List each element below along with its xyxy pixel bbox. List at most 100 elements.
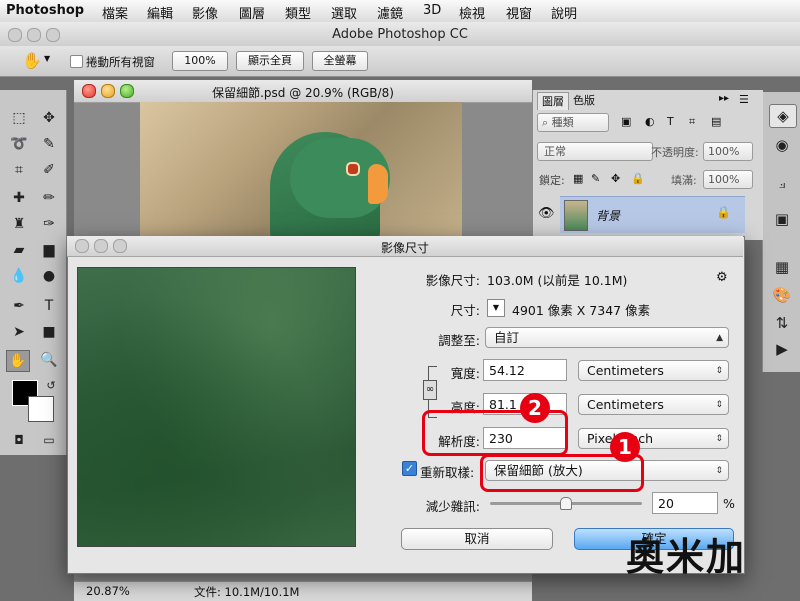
constrain-proportions-link-icon[interactable]: ∞ [423,380,437,400]
swatches-panel-icon[interactable]: ▦ [769,256,795,278]
menu-image[interactable]: 影像 [192,3,218,22]
resample-checkbox[interactable]: ✓ [402,461,417,476]
channels-panel-icon[interactable]: ◉ [769,134,795,156]
image-size-label: 影像尺寸: [425,273,480,288]
quick-select-tool-icon[interactable]: ✎ [38,134,60,154]
properties-panel-icon[interactable]: ▣ [769,208,795,230]
lock-all-icon[interactable]: 🔒 [631,172,645,185]
fill-field[interactable]: 100% [703,170,753,189]
menu-window[interactable]: 視窗 [506,3,532,22]
document-status-bar: 20.87% 文件: 10.1M/10.1M [74,581,532,601]
menu-edit[interactable]: 編輯 [147,3,173,22]
rectangle-tool-icon[interactable]: ■ [38,322,60,342]
app-menu[interactable]: Photoshop [6,3,84,18]
fill-label: 填滿: [671,174,697,187]
palette-panel-icon[interactable]: 🎨 [769,284,795,306]
zoom-level[interactable]: 20.87% [86,584,130,598]
annotation-number-two: 2 [520,393,550,423]
fit-screen-button[interactable]: 顯示全頁 [236,51,304,71]
path-select-tool-icon[interactable]: ➤ [8,322,30,342]
healing-brush-icon[interactable]: ✚ [8,188,30,208]
layer-kind-filter[interactable]: ⌕ 種類 [537,113,609,132]
history-panel-icon[interactable]: ⇅ [769,312,795,334]
panel-menu-icon[interactable]: ☰ [739,93,749,106]
gradient-tool-icon[interactable]: ▆ [38,240,60,260]
zoom-100-button[interactable]: 100% [172,51,228,71]
tab-layers[interactable]: 圖層 [537,92,569,110]
opacity-field[interactable]: 100% [703,142,753,161]
fill-value: 100% [708,173,740,186]
zoom-tool-icon[interactable]: 🔍 [38,350,60,370]
blur-tool-icon[interactable]: 💧 [8,266,30,286]
filter-image-icon[interactable]: ▣ [621,115,631,128]
menu-select[interactable]: 選取 [331,3,357,22]
pen-tool-icon[interactable]: ✒ [8,296,30,316]
select-arrows-icon: ⇕ [715,434,723,444]
visibility-eye-icon[interactable]: 👁 [538,206,555,221]
height-unit-select[interactable]: Centimeters ⇕ [578,394,729,415]
lasso-tool-icon[interactable]: ➰ [8,134,30,154]
dodge-tool-icon[interactable]: ● [38,266,60,286]
lock-brush-icon[interactable]: ✎ [591,172,600,185]
cancel-button[interactable]: 取消 [401,528,553,550]
menu-view[interactable]: 檢視 [459,3,485,22]
layer-row-background[interactable]: 背景 🔒 [560,196,745,233]
panel-collapse-icon[interactable]: ▸▸ [719,93,729,104]
scroll-all-checkbox[interactable] [70,55,83,68]
chevron-down-icon[interactable]: ▼ [44,54,50,63]
hand-tool-icon[interactable]: ✋ [22,51,42,70]
crop-tool-icon[interactable]: ⌗ [8,160,30,180]
quick-mask-icon[interactable]: ◘ [8,430,30,450]
background-color-swatch[interactable] [28,396,54,422]
tab-swatches[interactable]: 色版 [569,92,599,109]
hand-tool-icon[interactable]: ✋ [6,350,30,372]
move-tool-icon[interactable]: ✥ [38,108,60,128]
watermark-logo: 奧米加 [626,535,747,579]
image-preview[interactable] [77,267,356,547]
filter-adjust-icon[interactable]: ◐ [645,115,655,128]
menu-type[interactable]: 類型 [285,3,311,22]
scroll-all-label: 捲動所有視窗 [86,55,155,69]
fit-to-select[interactable]: 自訂 ▲ [485,327,729,348]
filter-type-icon[interactable]: T [667,115,674,128]
actions-panel-icon[interactable]: ▶ [769,338,795,360]
document-canvas[interactable] [140,102,462,242]
history-brush-icon[interactable]: ✑ [38,214,60,234]
lock-position-icon[interactable]: ✥ [611,172,620,185]
paths-panel-icon[interactable]: ⟓ [769,172,795,194]
dimensions-unit-dropdown[interactable]: ▼ [487,299,505,317]
eyedropper-tool-icon[interactable]: ✐ [38,160,60,180]
swap-colors-icon[interactable]: ↺ [40,376,62,396]
menu-filter[interactable]: 濾鏡 [377,3,403,22]
layer-thumbnail [564,200,588,231]
reduce-noise-slider-thumb[interactable] [560,497,572,510]
filter-smart-icon[interactable]: ▤ [711,115,721,128]
resolution-unit-select[interactable]: Pixels/Inch⇕ [578,428,729,449]
menu-layer[interactable]: 圖層 [239,3,265,22]
width-input[interactable]: 54.12 [483,359,567,381]
menu-bar: Photoshop 檔案 編輯 影像 圖層 類型 選取 濾鏡 3D 檢視 視窗 … [0,0,800,23]
filter-shape-icon[interactable]: ⌗ [689,115,695,129]
dialog-title: 影像尺寸 [380,241,429,255]
width-unit-select[interactable]: Centimeters ⇕ [578,360,729,381]
eraser-tool-icon[interactable]: ▰ [8,240,30,260]
width-label: 寬度: [450,366,480,381]
fill-screen-button[interactable]: 全螢幕 [312,51,368,71]
menu-3d[interactable]: 3D [423,3,441,18]
menu-file[interactable]: 檔案 [102,3,128,22]
select-arrows-icon: ▲ [716,333,723,343]
marquee-tool-icon[interactable]: ⬚ [8,108,30,128]
document-title: 保留細節.psd @ 20.9% (RGB/8) [212,86,394,100]
layers-panel-icon[interactable]: ◈ [769,104,797,128]
clone-stamp-icon[interactable]: ♜ [8,214,30,234]
reduce-noise-input[interactable]: 20 [652,492,718,514]
blend-mode-value: 正常 [544,145,566,158]
blend-mode-select[interactable]: 正常 [537,142,653,161]
type-tool-icon[interactable]: T [38,296,60,316]
brush-tool-icon[interactable]: ✏ [38,188,60,208]
lock-transparency-icon[interactable]: ▦ [573,172,583,185]
settings-gear-icon[interactable]: ⚙ [716,270,728,285]
menu-help[interactable]: 說明 [551,3,577,22]
file-info: 文件: 10.1M/10.1M [194,585,300,599]
screen-mode-icon[interactable]: ▭ [38,430,60,450]
